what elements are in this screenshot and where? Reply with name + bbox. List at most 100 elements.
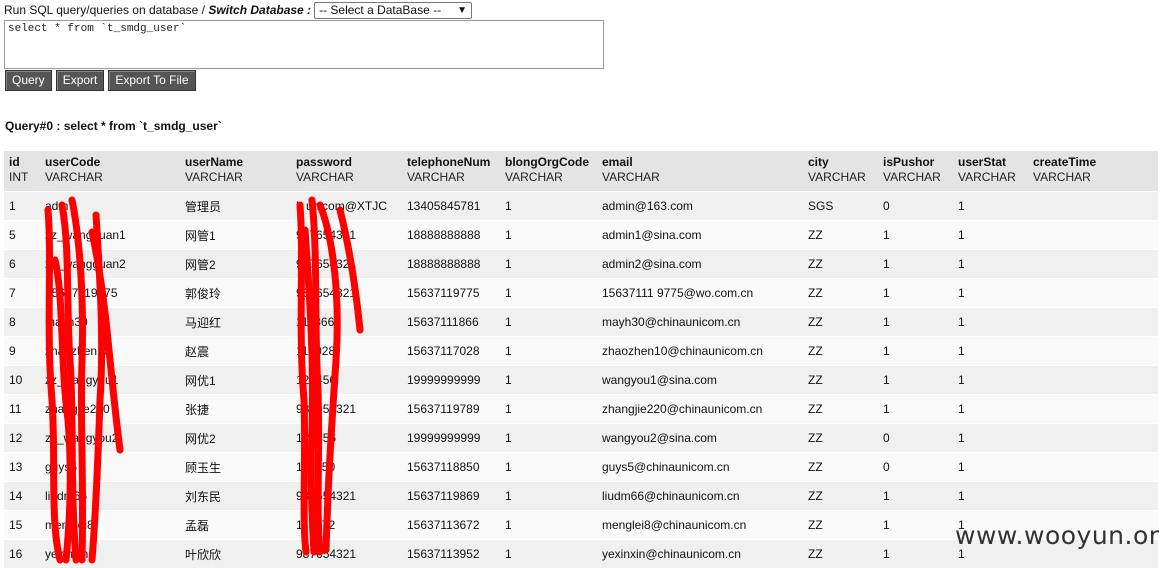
table-cell: 8	[4, 308, 40, 337]
table-cell: mayh30	[40, 308, 180, 337]
table-cell: 117028	[291, 337, 402, 366]
table-cell: 1	[878, 250, 953, 279]
column-name: id	[9, 155, 20, 169]
table-cell: zz_wangyou1	[40, 366, 180, 395]
table-row: 5zz_wangguan1网管1987654321188888888881adm…	[4, 221, 1158, 250]
table-cell	[1028, 250, 1158, 279]
column-type: VARCHAR	[505, 170, 592, 185]
column-type: VARCHAR	[602, 170, 798, 185]
table-cell: 1	[500, 540, 597, 568]
export-button[interactable]: Export	[56, 70, 105, 91]
table-cell: 网优1	[180, 366, 291, 395]
table-cell: 1	[953, 453, 1028, 482]
table-cell: 1	[500, 453, 597, 482]
table-cell: 马迎红	[180, 308, 291, 337]
table-cell: 19999999999	[402, 366, 500, 395]
table-cell: ZZ	[803, 511, 878, 540]
table-cell: 15637113952	[402, 540, 500, 568]
table-body: 1adm管理员h unicom@XTJC134058457811admin@16…	[4, 192, 1158, 568]
database-select[interactable]: -- Select a DataBase -- ▼	[314, 2, 472, 19]
table-cell	[1028, 366, 1158, 395]
sql-query-input[interactable]	[4, 20, 604, 69]
table-cell: 1	[878, 395, 953, 424]
table-cell: 6	[4, 250, 40, 279]
table-cell: guys5	[40, 453, 180, 482]
table-cell: 15637119789	[402, 395, 500, 424]
table-cell	[1028, 424, 1158, 453]
query-result-title: Query#0 : select * from `t_smdg_user`	[5, 119, 222, 133]
table-cell	[1028, 337, 1158, 366]
table-cell: 1	[878, 308, 953, 337]
table-cell	[1028, 395, 1158, 424]
table-cell: ZZ	[803, 540, 878, 568]
table-cell: 1	[878, 511, 953, 540]
table-cell: zhaozhen10	[40, 337, 180, 366]
table-cell: 1	[878, 540, 953, 568]
table-header-row: idINTuserCodeVARCHARuserNameVARCHARpassw…	[4, 151, 1158, 192]
table-cell: 10	[4, 366, 40, 395]
column-header-5: blongOrgCodeVARCHAR	[500, 151, 597, 192]
table-cell: admin@163.com	[597, 192, 803, 221]
table-cell: 1	[953, 424, 1028, 453]
table-cell: 19999999999	[402, 424, 500, 453]
table-cell: 118850	[291, 453, 402, 482]
export-to-file-button[interactable]: Export To File	[108, 70, 195, 91]
table-cell: 16	[4, 540, 40, 568]
table-cell: admin2@sina.com	[597, 250, 803, 279]
query-button[interactable]: Query	[5, 70, 52, 91]
table-cell: menglei8	[40, 511, 180, 540]
table-cell: zhaozhen10@chinaunicom.cn	[597, 337, 803, 366]
table-row: 715637119775郭俊玲9876543211563711977511563…	[4, 279, 1158, 308]
table-cell: ZZ	[803, 424, 878, 453]
table-cell: zhangjie220@chinaunicom.cn	[597, 395, 803, 424]
table-cell: zz_wangguan1	[40, 221, 180, 250]
table-cell: 1	[500, 279, 597, 308]
table-row: 12zz_wangyou2网优2123456199999999991wangyo…	[4, 424, 1158, 453]
table-cell: 18888888888	[402, 250, 500, 279]
table-row: 13guys5顾玉生118850156371188501guys5@chinau…	[4, 453, 1158, 482]
column-name: userName	[185, 155, 243, 169]
table-cell: 1	[500, 250, 597, 279]
chevron-down-icon: ▼	[457, 2, 471, 19]
table-row: 14liudm66刘东民987654321156371198691liudm66…	[4, 482, 1158, 511]
column-header-0: idINT	[4, 151, 40, 192]
table-cell: menglei8@chinaunicom.cn	[597, 511, 803, 540]
table-cell: 1	[953, 337, 1028, 366]
column-header-10: createTimeVARCHAR	[1028, 151, 1158, 192]
table-cell: 15637117028	[402, 337, 500, 366]
column-type: VARCHAR	[808, 170, 873, 185]
table-cell	[1028, 482, 1158, 511]
table-cell: 1	[953, 395, 1028, 424]
table-cell: 1	[500, 511, 597, 540]
column-header-3: passwordVARCHAR	[291, 151, 402, 192]
table-cell: 15	[4, 511, 40, 540]
table-cell: 0	[878, 453, 953, 482]
column-name: password	[296, 155, 352, 169]
table-cell: guys5@chinaunicom.cn	[597, 453, 803, 482]
table-cell: 1	[500, 424, 597, 453]
table-cell: 1	[953, 366, 1028, 395]
table-cell: 9	[4, 337, 40, 366]
table-cell: 张捷	[180, 395, 291, 424]
table-cell	[1028, 308, 1158, 337]
table-cell: 15637119775	[402, 279, 500, 308]
column-type: VARCHAR	[407, 170, 495, 185]
table-cell: 123456	[291, 366, 402, 395]
table-cell: 1	[500, 221, 597, 250]
table-cell: 123456	[291, 424, 402, 453]
table-cell	[1028, 221, 1158, 250]
table-cell: 987654321	[291, 250, 402, 279]
table-cell: 1	[4, 192, 40, 221]
table-cell: 郭俊玲	[180, 279, 291, 308]
table-cell: 1	[500, 366, 597, 395]
table-cell: liudm66	[40, 482, 180, 511]
run-sql-label: Run SQL query/queries on database / Swit…	[4, 3, 311, 17]
table-cell: 1	[953, 308, 1028, 337]
table-cell: 顾玉生	[180, 453, 291, 482]
action-buttons: Query Export Export To File	[5, 70, 196, 91]
table-cell: 1	[953, 279, 1028, 308]
table-cell: 赵震	[180, 337, 291, 366]
table-cell: adm	[40, 192, 180, 221]
table-cell: 1	[878, 221, 953, 250]
table-cell: ZZ	[803, 308, 878, 337]
